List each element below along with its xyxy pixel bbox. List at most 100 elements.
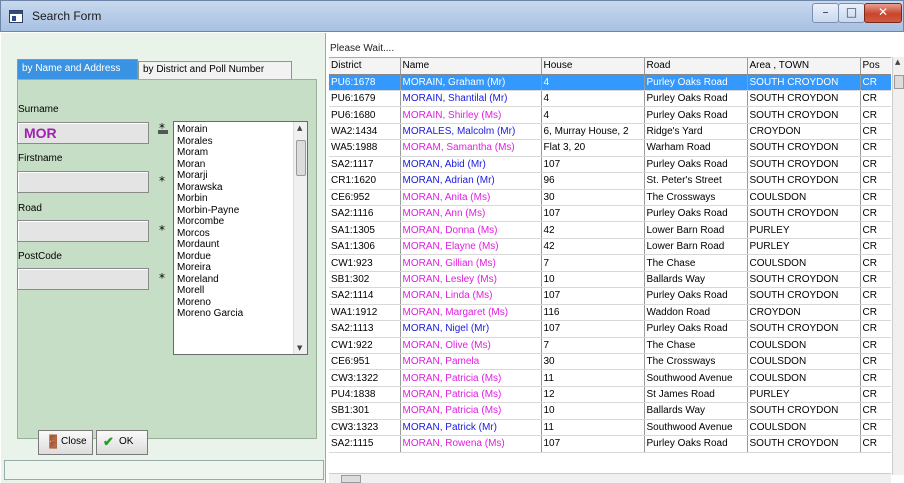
tab-name-and-address[interactable]: by Name and Address	[17, 59, 138, 79]
table-cell: CR	[860, 271, 891, 289]
list-item[interactable]: Moreland	[177, 274, 307, 286]
table-row[interactable]: SA2:1114 MORAN, Linda (Ms) 107 Purley Oaks …	[329, 287, 891, 305]
table-cell: 42	[541, 238, 645, 256]
table-cell: 7	[541, 337, 645, 354]
window-icon	[9, 10, 23, 23]
table-row[interactable]: WA5:1988 MORAM, Samantha (Ms) Flat 3, 20 Wa…	[329, 139, 891, 157]
list-item[interactable]: Morawska	[177, 182, 307, 194]
table-cell: MORALES, Malcolm (Mr)	[400, 123, 542, 141]
table-cell: 11	[541, 369, 645, 387]
table-row[interactable]: SA2:1115 MORAN, Rowena (Ms) 107 Purley Oaks…	[329, 435, 891, 453]
list-item[interactable]: Mordue	[177, 251, 307, 263]
table-row[interactable]: SA1:1306 MORAN, Elayne (Ms) 42 Lower Barn R…	[329, 238, 891, 256]
list-item[interactable]: Morbin-Payne	[177, 205, 307, 217]
list-item[interactable]: Mordaunt	[177, 239, 307, 251]
table-row[interactable]: WA1:1912 MORAN, Margaret (Ms) 116 Waddon Ro…	[329, 304, 891, 322]
ok-button[interactable]: ✔ OK	[96, 430, 148, 455]
table-cell: SA1:1305	[329, 221, 401, 239]
list-item[interactable]: Moreno	[177, 297, 307, 309]
table-cell: CW1:922	[329, 337, 401, 354]
table-row[interactable]: CR1:1620 MORAN, Adrian (Mr) 96 St. Peter's …	[329, 172, 891, 190]
table-cell: CR	[860, 369, 891, 387]
list-item[interactable]: Morales	[177, 136, 307, 148]
list-item[interactable]: Moram	[177, 147, 307, 159]
table-row[interactable]: SA1:1305 MORAN, Donna (Ms) 42 Lower Barn Ro…	[329, 221, 891, 239]
list-scrollbar[interactable]: ▲ ▼	[293, 122, 307, 354]
table-cell: MORAN, Adrian (Mr)	[400, 172, 542, 190]
table-cell: SOUTH CROYDON	[747, 74, 861, 91]
table-cell: CR	[860, 419, 891, 437]
tab-district-and-poll[interactable]: by District and Poll Number	[138, 61, 292, 79]
table-cell: Southwood Avenue	[644, 369, 748, 387]
column-header[interactable]: Road	[644, 58, 748, 75]
column-header[interactable]: Area , TOWN	[747, 58, 861, 75]
column-header[interactable]: Name	[400, 58, 542, 75]
table-cell: MORAN, Patrick (Mr)	[400, 419, 542, 437]
grid-scroll-thumb[interactable]	[894, 75, 904, 89]
grid-horizontal-scrollbar[interactable]	[329, 473, 891, 483]
results-grid[interactable]: District Name House Road Area , TOWN Pos PU6:…	[329, 57, 891, 475]
table-row[interactable]: PU6:1680 MORAIN, Shirley (Ms) 4 Purley Oaks…	[329, 106, 891, 124]
column-header[interactable]: Pos	[860, 58, 891, 75]
road-input[interactable]	[17, 220, 149, 242]
close-button[interactable]: 🚪 Close	[38, 430, 93, 455]
table-row[interactable]: PU4:1838 MORAN, Patricia (Ms) 12 St James R…	[329, 386, 891, 404]
postcode-input[interactable]	[17, 268, 149, 290]
table-row[interactable]: SB1:302 MORAN, Lesley (Ms) 10 Ballards Way S…	[329, 271, 891, 289]
column-header[interactable]: House	[541, 58, 645, 75]
surname-wildcard: *	[159, 121, 165, 135]
list-item[interactable]: Morell	[177, 285, 307, 297]
firstname-input[interactable]	[17, 171, 149, 193]
table-row[interactable]: CW3:1323 MORAN, Patrick (Mr) 11 Southwood A…	[329, 419, 891, 437]
table-row[interactable]: CW1:923 MORAN, Gillian (Ms) 7 The Chase COUL…	[329, 254, 891, 272]
scroll-up-icon[interactable]: ▲	[895, 58, 900, 66]
table-cell: MORAN, Patricia (Ms)	[400, 369, 542, 387]
table-row[interactable]: CE6:951 MORAN, Pamela 30 The Crossways COULS…	[329, 353, 891, 371]
table-row[interactable]: SA2:1116 MORAN, Ann (Ms) 107 Purley Oaks Ro…	[329, 205, 891, 223]
table-cell: SOUTH CROYDON	[747, 90, 861, 108]
grid-hscroll-thumb[interactable]	[341, 475, 361, 483]
scroll-up-icon[interactable]: ▲	[297, 124, 302, 132]
table-cell: SOUTH CROYDON	[747, 156, 861, 174]
surname-input[interactable]: MOR	[17, 122, 149, 144]
list-item[interactable]: Morcos	[177, 228, 307, 240]
table-row[interactable]: PU6:1678 MORAIN, Graham (Mr) 4 Purley Oaks …	[329, 74, 891, 91]
list-item[interactable]: Morain	[177, 124, 307, 136]
table-cell: CR	[860, 254, 891, 272]
road-wildcard: *	[159, 223, 165, 237]
list-item[interactable]: Moreira	[177, 262, 307, 274]
table-row[interactable]: SA2:1117 MORAN, Abid (Mr) 107 Purley Oaks R…	[329, 156, 891, 174]
table-row[interactable]: PU6:1679 MORAIN, Shantilal (Mr) 4 Purley Oa…	[329, 90, 891, 108]
table-row[interactable]: WA2:1434 MORALES, Malcolm (Mr) 6, Murray H…	[329, 123, 891, 141]
table-cell: Lower Barn Road	[644, 238, 748, 256]
minimize-button[interactable]: –	[812, 3, 839, 23]
table-row[interactable]: CW1:922 MORAN, Olive (Ms) 7 The Chase COULSD…	[329, 337, 891, 354]
list-item[interactable]: Morcombe	[177, 216, 307, 228]
grid-vertical-scrollbar[interactable]: ▲	[892, 57, 904, 475]
firstname-label: Firstname	[18, 153, 63, 164]
table-row[interactable]: SB1:301 MORAN, Patricia (Ms) 10 Ballards Wa…	[329, 402, 891, 420]
table-cell: SOUTH CROYDON	[747, 139, 861, 157]
close-window-button[interactable]: ✕	[864, 3, 902, 23]
table-cell: 10	[541, 402, 645, 420]
list-item[interactable]: Morarji	[177, 170, 307, 182]
table-row[interactable]: CW3:1322 MORAN, Patricia (Ms) 11 Southwood …	[329, 369, 891, 387]
list-item[interactable]: Morbin	[177, 193, 307, 205]
surname-suggestion-list[interactable]: Morain Morales Moram Moran Morarji Morawska Mo…	[173, 121, 308, 355]
table-row[interactable]: SA2:1113 MORAN, Nigel (Mr) 107 Purley Oaks …	[329, 320, 891, 338]
list-scroll-thumb[interactable]	[296, 140, 306, 176]
scroll-down-icon[interactable]: ▼	[297, 344, 302, 352]
table-cell: COULSDON	[747, 419, 861, 437]
list-item[interactable]: Moran	[177, 159, 307, 171]
list-item[interactable]: Moreno Garcia	[177, 308, 307, 320]
column-header[interactable]: District	[329, 58, 401, 75]
table-cell: WA2:1434	[329, 123, 401, 141]
table-cell: 42	[541, 221, 645, 239]
maximize-button[interactable]: □	[838, 3, 865, 23]
table-cell: Purley Oaks Road	[644, 320, 748, 338]
table-cell: CROYDON	[747, 123, 861, 141]
table-row[interactable]: CE6:952 MORAN, Anita (Ms) 30 The Crossways C…	[329, 189, 891, 207]
table-cell: MORAN, Pamela	[400, 353, 542, 371]
table-cell: CR	[860, 139, 891, 157]
table-cell: CR	[860, 74, 891, 91]
